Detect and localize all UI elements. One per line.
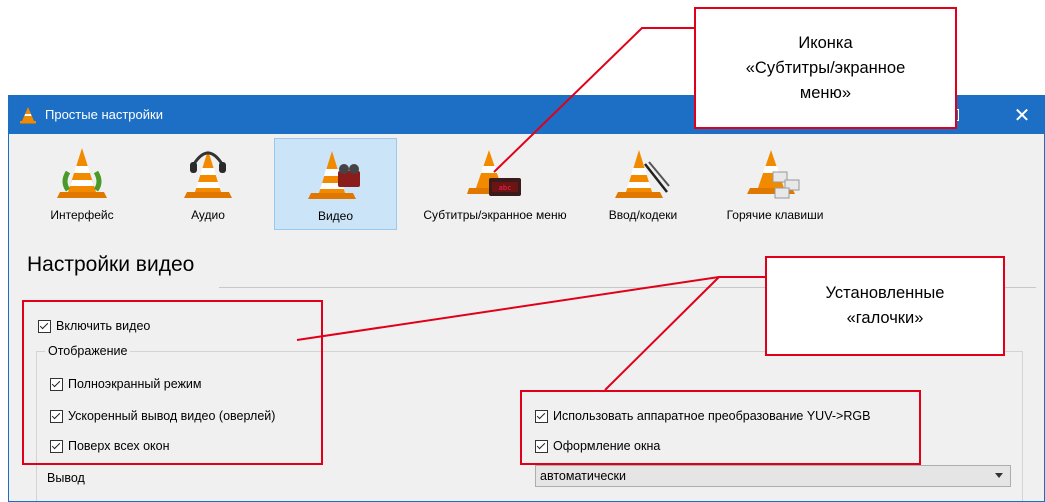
chevron-down-icon	[995, 473, 1003, 478]
callout-line: меню»	[799, 83, 852, 102]
hotkeys-cone-icon	[747, 150, 800, 199]
svg-text:abc: abc	[499, 184, 512, 192]
category-label: Аудио	[191, 208, 225, 222]
interface-cone-icon	[57, 148, 107, 198]
checkbox-highlight-left	[22, 300, 323, 465]
callout-line: Иконка	[798, 33, 853, 52]
subtitles-icon-callout: Иконка «Субтитры/экранное меню»	[694, 7, 957, 129]
checkbox-highlight-right	[520, 390, 921, 465]
category-input-codecs[interactable]: Ввод/кодеки	[587, 138, 699, 230]
window-title: Простые настройки	[45, 107, 163, 122]
vlc-cone-icon	[20, 107, 36, 124]
output-label: Вывод	[47, 471, 85, 485]
checkboxes-callout: Установленные «галочки»	[765, 256, 1005, 356]
callout-line: Установленные	[825, 284, 945, 302]
category-video[interactable]: Видео	[274, 138, 397, 230]
close-button[interactable]: ✕	[999, 96, 1044, 134]
category-label: Горячие клавиши	[726, 208, 824, 222]
subtitles-cone-icon: abc	[467, 150, 521, 196]
input-codecs-cone-icon	[615, 150, 670, 198]
callout-line: «галочки»	[846, 309, 924, 327]
section-title: Настройки видео	[27, 253, 195, 276]
output-select-value: автоматически	[540, 469, 626, 483]
callout-line: «Субтитры/экранное	[745, 58, 906, 77]
output-select[interactable]: автоматически	[535, 465, 1011, 487]
close-icon: ✕	[1013, 104, 1031, 127]
category-label: Видео	[317, 209, 354, 223]
category-label: Ввод/кодеки	[608, 208, 678, 222]
category-interface[interactable]: Интерфейс	[27, 138, 137, 230]
audio-headphones-cone-icon	[184, 150, 232, 198]
category-label: Субтитры/экранное меню	[423, 208, 567, 222]
category-subtitles[interactable]: abc Субтитры/экранное меню	[401, 138, 589, 230]
category-audio[interactable]: Аудио	[159, 138, 257, 230]
category-hotkeys[interactable]: Горячие клавиши	[707, 138, 843, 230]
category-label: Интерфейс	[50, 208, 114, 222]
video-cone-icon	[307, 151, 360, 199]
